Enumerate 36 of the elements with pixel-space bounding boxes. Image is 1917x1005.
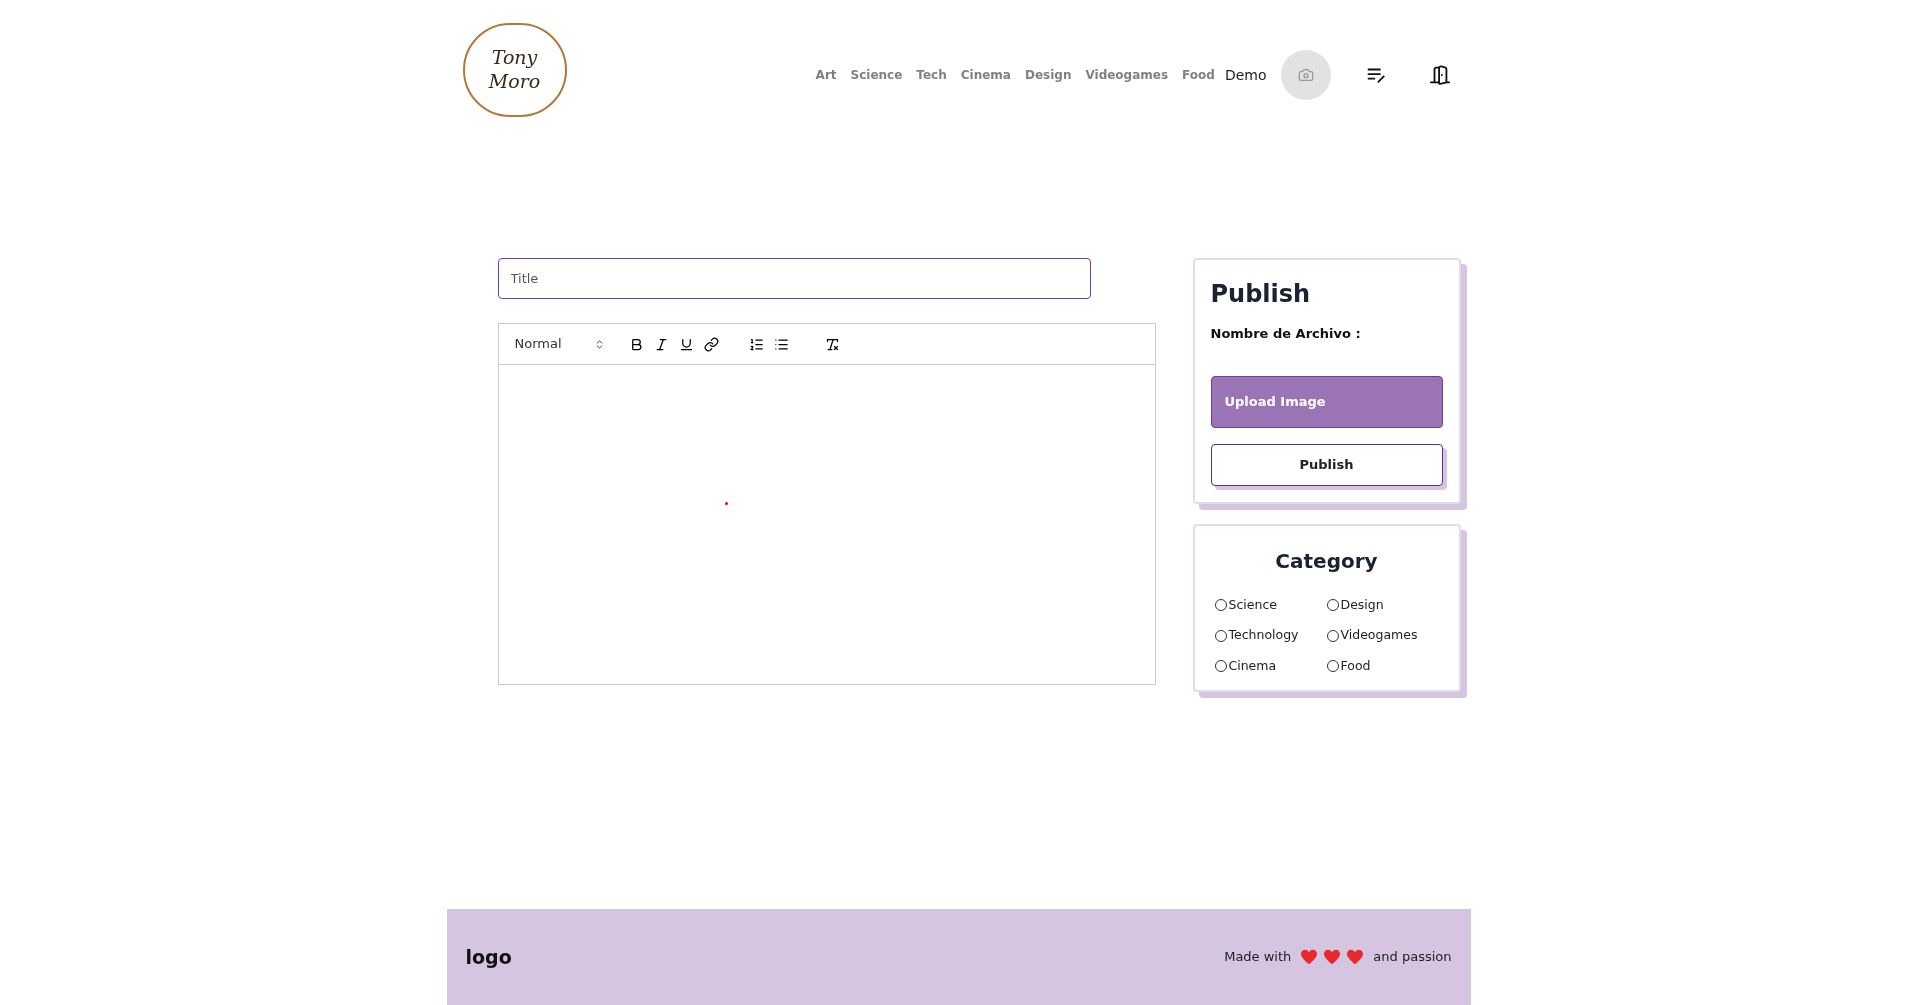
category-label: Videogames (1340, 626, 1418, 645)
file-name-label: Nombre de Archivo : (1210, 325, 1362, 343)
category-label: Science (1228, 595, 1277, 614)
ordered-list-icon[interactable] (748, 336, 764, 352)
footer-text: Made with (1224, 948, 1292, 967)
heart-icon (1323, 949, 1342, 965)
dot-mark (724, 502, 728, 505)
nav-link[interactable]: Art (815, 66, 837, 84)
door-icon[interactable] (1428, 64, 1451, 86)
format-select[interactable]: Normal (514, 334, 605, 354)
nav-link[interactable]: Science (850, 66, 903, 84)
username: Demo (1224, 65, 1267, 85)
nav-link[interactable]: Cinema (960, 66, 1011, 84)
publish-heading: Publish (1210, 279, 1312, 310)
camera-icon (1297, 67, 1314, 83)
heart-icon (1346, 949, 1365, 965)
bullet-list-icon[interactable] (773, 336, 789, 352)
footer-text: and passion (1373, 948, 1452, 967)
title-field[interactable]: Title (497, 258, 1091, 299)
category-label: Technology (1228, 626, 1299, 645)
nav-link[interactable]: Design (1024, 66, 1072, 84)
italic-icon[interactable] (653, 336, 669, 352)
nav-link[interactable]: Videogames (1085, 66, 1169, 84)
category-heading: Category (1274, 547, 1379, 575)
heart-icon (1300, 949, 1319, 965)
link-icon[interactable] (703, 336, 719, 352)
nav-link[interactable]: Food (1182, 66, 1215, 84)
nav-link[interactable]: Tech (916, 66, 947, 84)
clear-format-icon[interactable] (824, 336, 840, 352)
logo[interactable]: Tony Moro (462, 23, 567, 117)
upload-image-button[interactable]: Upload Image (1210, 375, 1443, 428)
footer-logo: logo (465, 944, 512, 970)
category-label: Cinema (1228, 657, 1277, 675)
category-label: Food (1340, 657, 1371, 675)
underline-icon[interactable] (678, 336, 694, 352)
category-label: Design (1340, 595, 1384, 614)
